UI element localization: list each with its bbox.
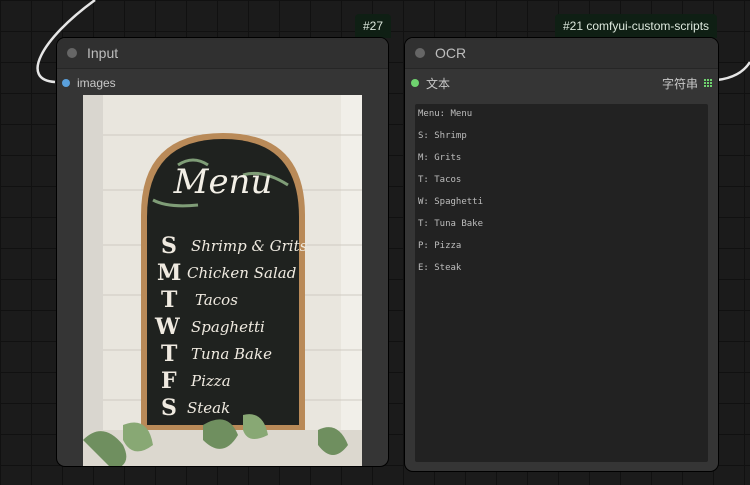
svg-text:S: S bbox=[161, 395, 177, 421]
svg-text:Shrimp & Grits: Shrimp & Grits bbox=[191, 237, 308, 255]
node-id-badge-input: #27 bbox=[355, 14, 392, 38]
svg-text:Tuna Bake: Tuna Bake bbox=[191, 345, 272, 363]
ocr-text-line: M: Grits bbox=[418, 153, 462, 163]
svg-text:T: T bbox=[161, 341, 178, 367]
svg-text:Steak: Steak bbox=[187, 399, 230, 417]
wire-right bbox=[716, 61, 750, 82]
svg-text:Tacos: Tacos bbox=[195, 291, 238, 309]
collapse-dot[interactable] bbox=[415, 48, 425, 58]
text-input-slot[interactable]: 文本 bbox=[411, 75, 450, 91]
svg-text:T: T bbox=[161, 287, 178, 313]
collapse-dot[interactable] bbox=[67, 48, 77, 58]
menu-board-image: Menu SMT WTFS Shrimp & Grits Chicken Sal… bbox=[83, 95, 362, 466]
ocr-text-line: W: Spaghetti bbox=[418, 197, 484, 207]
ocr-text-line: S: Shrimp bbox=[418, 131, 467, 141]
node-id-badge-ocr: #21 comfyui-custom-scripts bbox=[555, 14, 718, 38]
svg-text:Pizza: Pizza bbox=[190, 372, 231, 390]
images-slot[interactable]: images bbox=[62, 75, 116, 91]
images-slot-label: images bbox=[77, 76, 116, 90]
grid-output-icon[interactable] bbox=[704, 79, 713, 87]
svg-text:S: S bbox=[161, 233, 177, 259]
ocr-text-line: T: Tacos bbox=[418, 175, 462, 185]
ocr-text-line: Menu: Menu bbox=[418, 109, 473, 119]
svg-text:F: F bbox=[161, 368, 177, 394]
string-output-slot[interactable]: 字符串 bbox=[662, 75, 713, 91]
slot-dot-icon[interactable] bbox=[62, 79, 70, 87]
string-output-label: 字符串 bbox=[662, 76, 699, 91]
svg-text:W: W bbox=[154, 314, 180, 340]
slot-dot-icon[interactable] bbox=[411, 79, 419, 87]
svg-text:Spaghetti: Spaghetti bbox=[191, 318, 265, 336]
menu-board-heading: Menu bbox=[173, 162, 273, 202]
svg-text:Chicken Salad: Chicken Salad bbox=[187, 264, 296, 282]
input-node-header[interactable]: Input bbox=[57, 38, 388, 69]
ocr-text-line: P: Pizza bbox=[418, 241, 462, 251]
ocr-text-line: E: Steak bbox=[418, 263, 462, 273]
ocr-node-header[interactable]: OCR bbox=[405, 38, 718, 69]
ocr-node-title: OCR bbox=[435, 45, 467, 61]
ocr-text-line: T: Tuna Bake bbox=[418, 219, 484, 229]
input-node-title: Input bbox=[87, 45, 119, 61]
text-input-slot-label: 文本 bbox=[426, 76, 451, 91]
svg-text:M: M bbox=[157, 260, 181, 286]
ocr-text-output[interactable]: Menu: Menu S: Shrimp M: Grits T: Tacos W… bbox=[415, 104, 708, 462]
